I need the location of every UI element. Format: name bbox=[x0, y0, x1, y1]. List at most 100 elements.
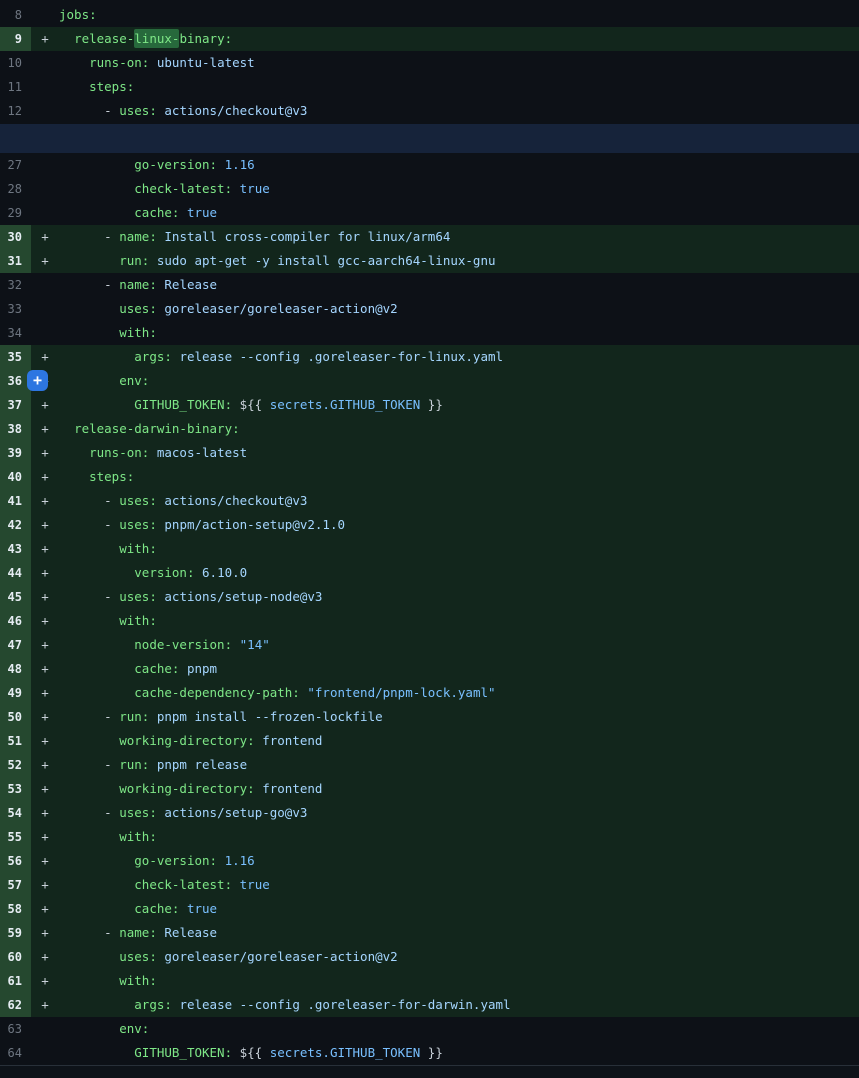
line-number[interactable]: 47 bbox=[0, 633, 31, 657]
code-text: steps: bbox=[59, 465, 859, 489]
diff-added-marker: + bbox=[31, 897, 59, 921]
code-segment-key: uses: bbox=[119, 589, 157, 604]
line-number[interactable]: 12 bbox=[0, 99, 31, 123]
code-segment-plain: }} bbox=[420, 1045, 443, 1060]
line-number[interactable]: 29 bbox=[0, 201, 31, 225]
diff-line-row: 52+ - run: pnpm release bbox=[0, 753, 859, 777]
code-text: version: 6.10.0 bbox=[59, 561, 859, 585]
diff-line-row: 37+ GITHUB_TOKEN: ${{ secrets.GITHUB_TOK… bbox=[0, 393, 859, 417]
diff-added-marker: + bbox=[31, 801, 59, 825]
line-number[interactable]: 48 bbox=[0, 657, 31, 681]
code-segment-plain bbox=[59, 1021, 119, 1036]
line-number[interactable]: 34 bbox=[0, 321, 31, 345]
code-text: GITHUB_TOKEN: ${{ secrets.GITHUB_TOKEN }… bbox=[59, 1041, 859, 1065]
code-segment-plain bbox=[232, 877, 240, 892]
line-number[interactable]: 30 bbox=[0, 225, 31, 249]
diff-added-marker bbox=[31, 177, 59, 201]
line-number[interactable]: 64 bbox=[0, 1041, 31, 1065]
diff-line-row: 27 go-version: 1.16 bbox=[0, 153, 859, 177]
line-number[interactable]: 42 bbox=[0, 513, 31, 537]
line-number[interactable]: 8 bbox=[0, 3, 31, 27]
diff-line-row: 41+ - uses: actions/checkout@v3 bbox=[0, 489, 859, 513]
code-text: - uses: actions/checkout@v3 bbox=[59, 489, 859, 513]
code-segment-key: steps: bbox=[89, 469, 134, 484]
diff-view: 8jobs:9+ release-linux-binary:10 runs-on… bbox=[0, 0, 859, 1065]
line-number[interactable]: 49 bbox=[0, 681, 31, 705]
code-segment-plain bbox=[59, 877, 134, 892]
diff-added-marker bbox=[31, 1041, 59, 1065]
line-number[interactable]: 55 bbox=[0, 825, 31, 849]
diff-added-marker bbox=[31, 201, 59, 225]
line-number[interactable]: 58 bbox=[0, 897, 31, 921]
line-number[interactable]: 43 bbox=[0, 537, 31, 561]
code-text: uses: goreleaser/goreleaser-action@v2 bbox=[59, 297, 859, 321]
code-segment-key: GITHUB_TOKEN: bbox=[134, 397, 232, 412]
line-number[interactable]: 27 bbox=[0, 153, 31, 177]
line-number[interactable]: 32 bbox=[0, 273, 31, 297]
line-number[interactable]: 39 bbox=[0, 441, 31, 465]
code-segment-value: Release bbox=[164, 925, 217, 940]
line-number[interactable]: 56 bbox=[0, 849, 31, 873]
expand-hidden-lines-band[interactable] bbox=[0, 124, 859, 153]
code-segment-plain bbox=[232, 637, 240, 652]
line-number[interactable]: 53 bbox=[0, 777, 31, 801]
line-number[interactable]: 62 bbox=[0, 993, 31, 1017]
line-number[interactable]: 10 bbox=[0, 51, 31, 75]
line-number[interactable]: 33 bbox=[0, 297, 31, 321]
diff-line-row: 49+ cache-dependency-path: "frontend/pnp… bbox=[0, 681, 859, 705]
line-number[interactable]: 28 bbox=[0, 177, 31, 201]
code-segment-value: actions/setup-node@v3 bbox=[164, 589, 322, 604]
diff-line-row: 39+ runs-on: macos-latest bbox=[0, 441, 859, 465]
code-text: release-darwin-binary: bbox=[59, 417, 859, 441]
diff-line-row: 32 - name: Release bbox=[0, 273, 859, 297]
code-segment-plain bbox=[59, 445, 89, 460]
code-segment-plain bbox=[59, 901, 134, 916]
diff-added-marker: + bbox=[31, 249, 59, 273]
line-number[interactable]: 38 bbox=[0, 417, 31, 441]
diff-added-marker bbox=[31, 273, 59, 297]
line-number[interactable]: 11 bbox=[0, 75, 31, 99]
line-number[interactable]: 40 bbox=[0, 465, 31, 489]
line-number[interactable]: 46 bbox=[0, 609, 31, 633]
add-line-comment-button[interactable]: + bbox=[27, 370, 48, 391]
line-number[interactable]: 31 bbox=[0, 249, 31, 273]
line-number[interactable]: 37 bbox=[0, 393, 31, 417]
code-segment-key: release- bbox=[74, 31, 134, 46]
diff-line-row: 48+ cache: pnpm bbox=[0, 657, 859, 681]
line-number[interactable]: 54 bbox=[0, 801, 31, 825]
code-segment-plain bbox=[59, 853, 134, 868]
code-segment-key: node-version: bbox=[134, 637, 232, 652]
code-segment-key: with: bbox=[119, 973, 157, 988]
code-segment-plain bbox=[232, 181, 240, 196]
line-number[interactable]: 60 bbox=[0, 945, 31, 969]
code-segment-plain bbox=[179, 661, 187, 676]
diff-added-marker: + bbox=[31, 561, 59, 585]
diff-added-marker bbox=[31, 153, 59, 177]
line-number[interactable]: 59 bbox=[0, 921, 31, 945]
line-number[interactable]: 50 bbox=[0, 705, 31, 729]
line-number[interactable]: 35 bbox=[0, 345, 31, 369]
diff-line-row: 64 GITHUB_TOKEN: ${{ secrets.GITHUB_TOKE… bbox=[0, 1041, 859, 1065]
line-number[interactable]: 41 bbox=[0, 489, 31, 513]
diff-line-row: 55+ with: bbox=[0, 825, 859, 849]
diff-added-marker: + bbox=[31, 969, 59, 993]
line-number[interactable]: 63 bbox=[0, 1017, 31, 1041]
code-text: - name: Release bbox=[59, 921, 859, 945]
line-number[interactable]: 52 bbox=[0, 753, 31, 777]
code-segment-plain bbox=[59, 181, 134, 196]
line-number[interactable]: 45 bbox=[0, 585, 31, 609]
diff-line-row: 60+ uses: goreleaser/goreleaser-action@v… bbox=[0, 945, 859, 969]
diff-added-marker: + bbox=[31, 657, 59, 681]
line-number[interactable]: 9 bbox=[0, 27, 31, 51]
diff-added-marker: + bbox=[31, 537, 59, 561]
line-number[interactable]: 44 bbox=[0, 561, 31, 585]
code-segment-plain bbox=[179, 205, 187, 220]
line-number[interactable]: 61 bbox=[0, 969, 31, 993]
diff-line-row: 29 cache: true bbox=[0, 201, 859, 225]
code-segment-plain bbox=[149, 445, 157, 460]
code-segment-plain bbox=[217, 853, 225, 868]
line-number[interactable]: 51 bbox=[0, 729, 31, 753]
diff-added-marker: + bbox=[31, 465, 59, 489]
line-number[interactable]: 57 bbox=[0, 873, 31, 897]
diff-line-row: 10 runs-on: ubuntu-latest bbox=[0, 51, 859, 75]
